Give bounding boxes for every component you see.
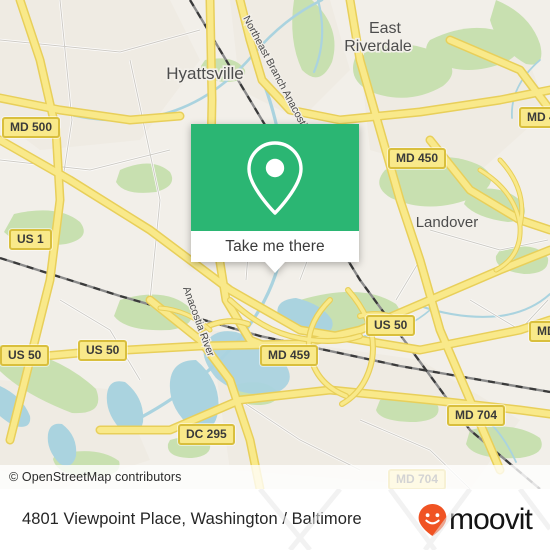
- highway-shield: US 1: [9, 229, 52, 250]
- map-canvas[interactable]: Hyattsville East Riverdale Landover Nort…: [0, 0, 550, 489]
- attribution-text: © OpenStreetMap contributors: [9, 470, 182, 484]
- highway-shield: MD: [529, 321, 550, 342]
- svg-text:Hyattsville: Hyattsville: [166, 64, 243, 83]
- svg-text:Landover: Landover: [416, 214, 479, 231]
- highway-shield: MD 459: [260, 345, 319, 366]
- highway-shield: US 50: [78, 340, 128, 361]
- svg-text:Riverdale: Riverdale: [344, 38, 412, 55]
- take-me-there-label: Take me there: [225, 237, 325, 255]
- location-popup-card[interactable]: Take me there: [191, 124, 359, 273]
- popup-tail: [265, 262, 285, 273]
- location-pin-icon: [247, 140, 303, 215]
- footer-bar: 4801 Viewpoint Place, Washington / Balti…: [0, 489, 550, 550]
- highway-shield: MD 704: [447, 405, 506, 426]
- highway-shield: US 50: [0, 345, 50, 366]
- highway-shield: DC 295: [178, 424, 235, 445]
- moovit-map-screen: Hyattsville East Riverdale Landover Nort…: [0, 0, 550, 550]
- highway-shield: MD 450: [388, 148, 447, 169]
- moovit-wordmark: moovit: [449, 502, 533, 536]
- moovit-pin-icon: [418, 503, 447, 536]
- take-me-there-button[interactable]: Take me there: [191, 231, 359, 273]
- address-label: 4801 Viewpoint Place, Washington / Balti…: [22, 510, 362, 528]
- svg-text:East: East: [369, 20, 402, 37]
- popup-pin-area: [191, 124, 359, 231]
- highway-shield: MD 500: [2, 117, 61, 138]
- highway-shield: US 50: [366, 315, 416, 336]
- moovit-logo[interactable]: moovit: [417, 503, 550, 537]
- highway-shield: MD 410: [519, 107, 550, 128]
- map-attribution-bar: © OpenStreetMap contributors: [0, 465, 550, 489]
